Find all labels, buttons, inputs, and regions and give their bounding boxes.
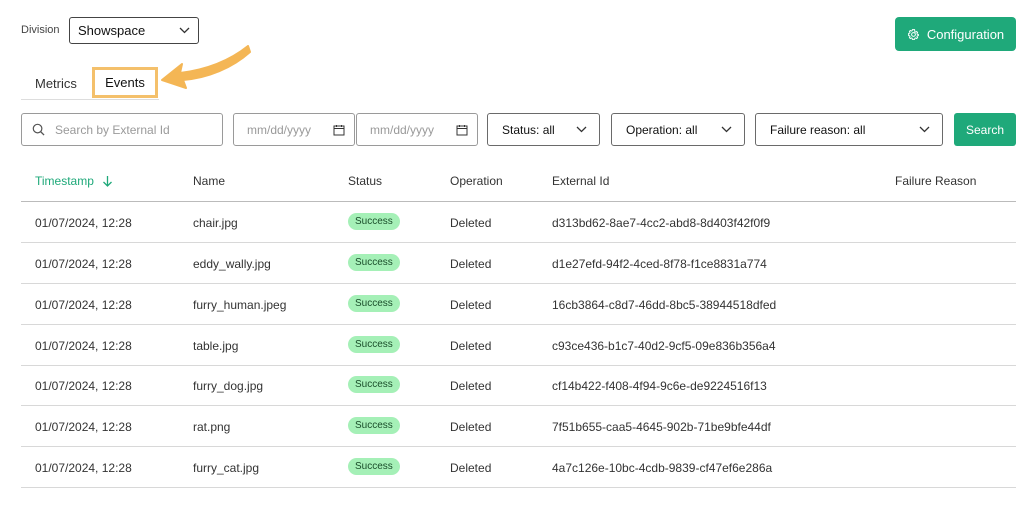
search-placeholder: Search by External Id: [55, 122, 170, 137]
cell-timestamp: 01/07/2024, 12:28: [35, 257, 132, 271]
chevron-down-icon: [919, 126, 930, 133]
cell-operation: Deleted: [450, 339, 492, 353]
failure-reason-filter-select[interactable]: Failure reason: all: [755, 113, 943, 146]
cell-timestamp: 01/07/2024, 12:28: [35, 379, 132, 393]
calendar-icon[interactable]: [456, 124, 468, 136]
table-row[interactable]: 01/07/2024, 12:28 chair.jpg Success Dele…: [21, 202, 1016, 243]
column-header-external-id[interactable]: External Id: [552, 174, 609, 188]
column-header-name[interactable]: Name: [193, 174, 225, 188]
status-badge: Success: [348, 417, 400, 434]
chevron-down-icon: [179, 27, 190, 34]
configuration-button[interactable]: Configuration: [895, 17, 1016, 51]
cell-name: furry_human.jpeg: [193, 298, 287, 312]
cell-timestamp: 01/07/2024, 12:28: [35, 420, 132, 434]
cell-operation: Deleted: [450, 420, 492, 434]
cell-external-id: d1e27efd-94f2-4ced-8f78-f1ce8831a774: [552, 257, 767, 271]
cell-timestamp: 01/07/2024, 12:28: [35, 461, 132, 475]
arrow-down-icon: [102, 175, 113, 187]
table-row[interactable]: 01/07/2024, 12:28 table.jpg Success Dele…: [21, 325, 1016, 366]
failure-reason-filter-value: Failure reason: all: [770, 122, 866, 137]
table-row[interactable]: 01/07/2024, 12:28 furry_dog.jpg Success …: [21, 365, 1016, 406]
cell-external-id: cf14b422-f408-4f94-9c6e-de9224516f13: [552, 379, 767, 393]
operation-filter-value: Operation: all: [626, 122, 698, 137]
search-input[interactable]: Search by External Id: [21, 113, 223, 146]
date-from-placeholder: mm/dd/yyyy: [247, 122, 312, 137]
status-badge: Success: [348, 254, 400, 271]
cell-external-id: 4a7c126e-10bc-4cdb-9839-cf47ef6e286a: [552, 461, 773, 475]
column-header-timestamp[interactable]: Timestamp: [35, 174, 113, 188]
cell-operation: Deleted: [450, 216, 492, 230]
operation-filter-select[interactable]: Operation: all: [611, 113, 745, 146]
division-value: Showspace: [78, 23, 146, 38]
status-badge: Success: [348, 213, 400, 230]
cell-name: table.jpg: [193, 339, 239, 353]
status-badge: Success: [348, 376, 400, 393]
cell-external-id: 7f51b655-caa5-4645-902b-71be9bfe44df: [552, 420, 771, 434]
tab-events[interactable]: Events: [92, 67, 158, 98]
date-from-input[interactable]: mm/dd/yyyy: [233, 113, 355, 146]
tab-events-label: Events: [105, 75, 145, 90]
column-header-failure-reason[interactable]: Failure Reason: [895, 174, 976, 188]
column-header-label: Timestamp: [35, 174, 94, 188]
cell-timestamp: 01/07/2024, 12:28: [35, 216, 132, 230]
configuration-label: Configuration: [926, 26, 1005, 42]
status-badge: Success: [348, 458, 400, 475]
cell-timestamp: 01/07/2024, 12:28: [35, 339, 132, 353]
status-filter-value: Status: all: [502, 122, 555, 137]
gear-icon: [907, 28, 920, 41]
cell-name: furry_dog.jpg: [193, 379, 264, 393]
status-badge: Success: [348, 336, 400, 353]
status-filter-select[interactable]: Status: all: [487, 113, 600, 146]
tab-metrics[interactable]: Metrics: [35, 76, 77, 91]
chevron-down-icon: [576, 126, 587, 133]
cell-name: chair.jpg: [193, 216, 238, 230]
search-icon: [32, 123, 45, 136]
date-to-input[interactable]: mm/dd/yyyy: [356, 113, 478, 146]
table-row[interactable]: 01/07/2024, 12:28 rat.png Success Delete…: [21, 406, 1016, 447]
division-label: Division: [21, 24, 60, 36]
cell-operation: Deleted: [450, 379, 492, 393]
cell-operation: Deleted: [450, 257, 492, 271]
cell-external-id: c93ce436-b1c7-40d2-9cf5-09e836b356a4: [552, 339, 776, 353]
cell-timestamp: 01/07/2024, 12:28: [35, 298, 132, 312]
annotation-arrow-icon: [161, 45, 251, 89]
column-header-status[interactable]: Status: [348, 174, 382, 188]
status-badge: Success: [348, 295, 400, 312]
table-row[interactable]: 01/07/2024, 12:28 furry_cat.jpg Success …: [21, 447, 1016, 488]
cell-external-id: d313bd62-8ae7-4cc2-abd8-8d403f42f0f9: [552, 216, 771, 230]
search-button[interactable]: Search: [954, 113, 1016, 146]
cell-external-id: 16cb3864-c8d7-46dd-8bc5-38944518dfed: [552, 298, 777, 312]
cell-name: eddy_wally.jpg: [193, 257, 271, 271]
date-to-placeholder: mm/dd/yyyy: [370, 122, 435, 137]
chevron-down-icon: [721, 126, 732, 133]
table-row[interactable]: 01/07/2024, 12:28 eddy_wally.jpg Success…: [21, 243, 1016, 284]
cell-name: rat.png: [193, 420, 231, 434]
calendar-icon[interactable]: [333, 124, 345, 136]
cell-operation: Deleted: [450, 461, 492, 475]
cell-name: furry_cat.jpg: [193, 461, 260, 475]
column-header-operation[interactable]: Operation: [450, 174, 503, 188]
table-row[interactable]: 01/07/2024, 12:28 furry_human.jpeg Succe…: [21, 284, 1016, 325]
cell-operation: Deleted: [450, 298, 492, 312]
tabs-divider: [21, 99, 159, 100]
